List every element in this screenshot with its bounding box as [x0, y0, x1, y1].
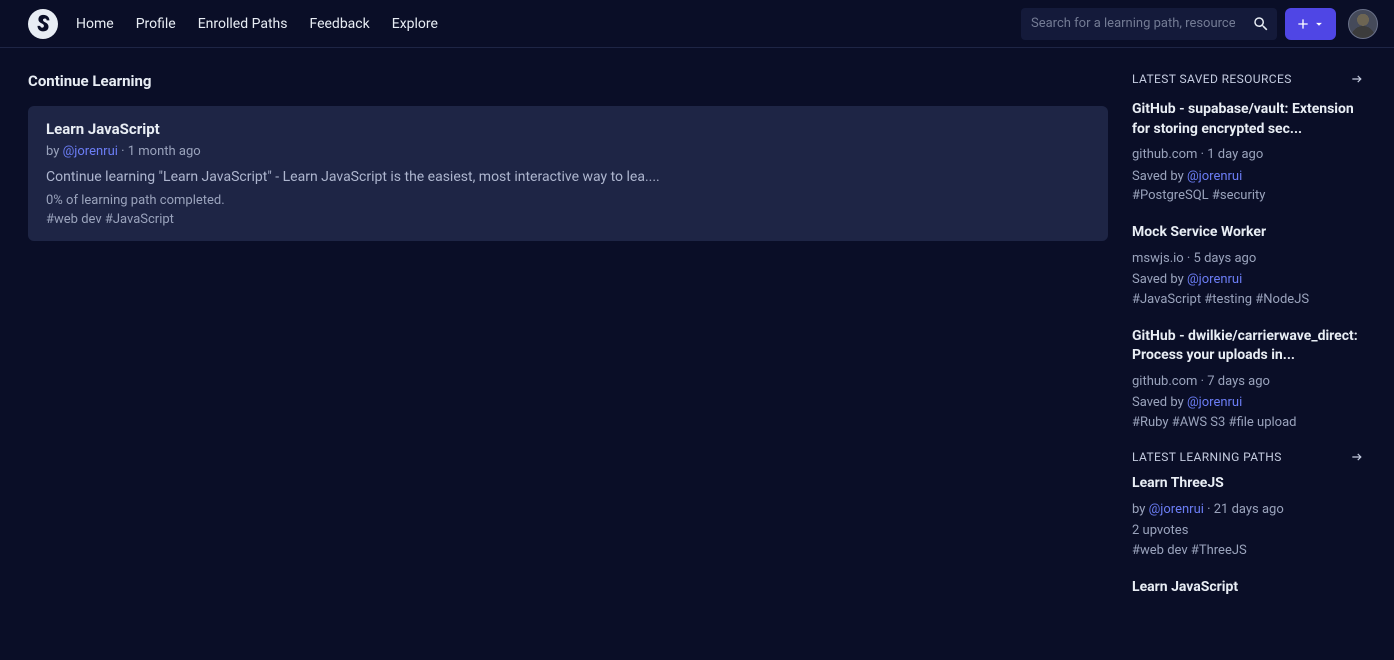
plus-icon — [1295, 16, 1311, 32]
saved-item-savedby: Saved by @jorenrui — [1132, 167, 1366, 187]
avatar[interactable] — [1348, 9, 1378, 39]
author-link[interactable]: @jorenrui — [1187, 169, 1242, 184]
card-title: Learn JavaScript — [46, 120, 1090, 138]
continue-learning-heading: Continue Learning — [28, 72, 1108, 90]
nav-profile[interactable]: Profile — [136, 16, 176, 32]
path-item-tags: #web dev #ThreeJS — [1132, 543, 1366, 558]
author-link[interactable]: @jorenrui — [63, 144, 118, 159]
paths-see-all[interactable] — [1348, 450, 1366, 464]
logo[interactable] — [28, 9, 58, 39]
nav-feedback[interactable]: Feedback — [309, 16, 369, 32]
nav-explore[interactable]: Explore — [392, 16, 438, 32]
saved-item: GitHub - supabase/vault: Extension for s… — [1132, 100, 1366, 203]
saved-item: Mock Service Worker mswjs.io · 5 days ag… — [1132, 223, 1366, 307]
arrow-right-icon — [1348, 450, 1366, 464]
author-link[interactable]: @jorenrui — [1187, 395, 1242, 410]
path-item: Learn JavaScript — [1132, 578, 1366, 598]
chevron-down-icon — [1312, 17, 1326, 31]
saved-see-all[interactable] — [1348, 72, 1366, 86]
search-input[interactable] — [1021, 16, 1245, 31]
path-item-upvotes: 2 upvotes — [1132, 521, 1366, 541]
saved-item-title[interactable]: Mock Service Worker — [1132, 223, 1366, 243]
saved-item-tags: #Ruby #AWS S3 #file upload — [1132, 415, 1366, 430]
saved-item-title[interactable]: GitHub - dwilkie/carrierwave_direct: Pro… — [1132, 327, 1366, 366]
author-link[interactable]: @jorenrui — [1187, 272, 1242, 287]
search-box — [1021, 8, 1277, 40]
saved-item-savedby: Saved by @jorenrui — [1132, 270, 1366, 290]
saved-item-tags: #PostgreSQL #security — [1132, 188, 1366, 203]
arrow-right-icon — [1348, 72, 1366, 86]
saved-item-source: github.com · 7 days ago — [1132, 372, 1366, 392]
saved-item-source: github.com · 1 day ago — [1132, 145, 1366, 165]
author-link[interactable]: @jorenrui — [1149, 502, 1204, 517]
saved-item-tags: #JavaScript #testing #NodeJS — [1132, 292, 1366, 307]
path-item-title[interactable]: Learn ThreeJS — [1132, 474, 1366, 494]
path-item-byline: by @jorenrui · 21 days ago — [1132, 500, 1366, 520]
nav-links: Home Profile Enrolled Paths Feedback Exp… — [76, 16, 438, 32]
continue-card[interactable]: Learn JavaScript by @jorenrui · 1 month … — [28, 106, 1108, 241]
nav-enrolled-paths[interactable]: Enrolled Paths — [198, 16, 288, 32]
logo-icon — [32, 13, 54, 35]
search-icon — [1252, 15, 1270, 33]
card-progress: 0% of learning path completed. — [46, 193, 1090, 208]
saved-resources-heading: LATEST SAVED RESOURCES — [1132, 72, 1292, 86]
saved-item-savedby: Saved by @jorenrui — [1132, 393, 1366, 413]
path-item-title[interactable]: Learn JavaScript — [1132, 578, 1366, 598]
path-item: Learn ThreeJS by @jorenrui · 21 days ago… — [1132, 474, 1366, 558]
card-tags: #web dev #JavaScript — [46, 212, 1090, 227]
nav-home[interactable]: Home — [76, 16, 114, 32]
search-button[interactable] — [1245, 15, 1277, 33]
saved-item-source: mswjs.io · 5 days ago — [1132, 249, 1366, 269]
saved-item: GitHub - dwilkie/carrierwave_direct: Pro… — [1132, 327, 1366, 430]
create-button[interactable] — [1285, 8, 1336, 40]
learning-paths-heading: LATEST LEARNING PATHS — [1132, 450, 1282, 464]
topbar: Home Profile Enrolled Paths Feedback Exp… — [0, 0, 1394, 48]
card-byline: by @jorenrui · 1 month ago — [46, 144, 1090, 159]
card-description: Continue learning "Learn JavaScript" - L… — [46, 169, 1090, 185]
saved-item-title[interactable]: GitHub - supabase/vault: Extension for s… — [1132, 100, 1366, 139]
